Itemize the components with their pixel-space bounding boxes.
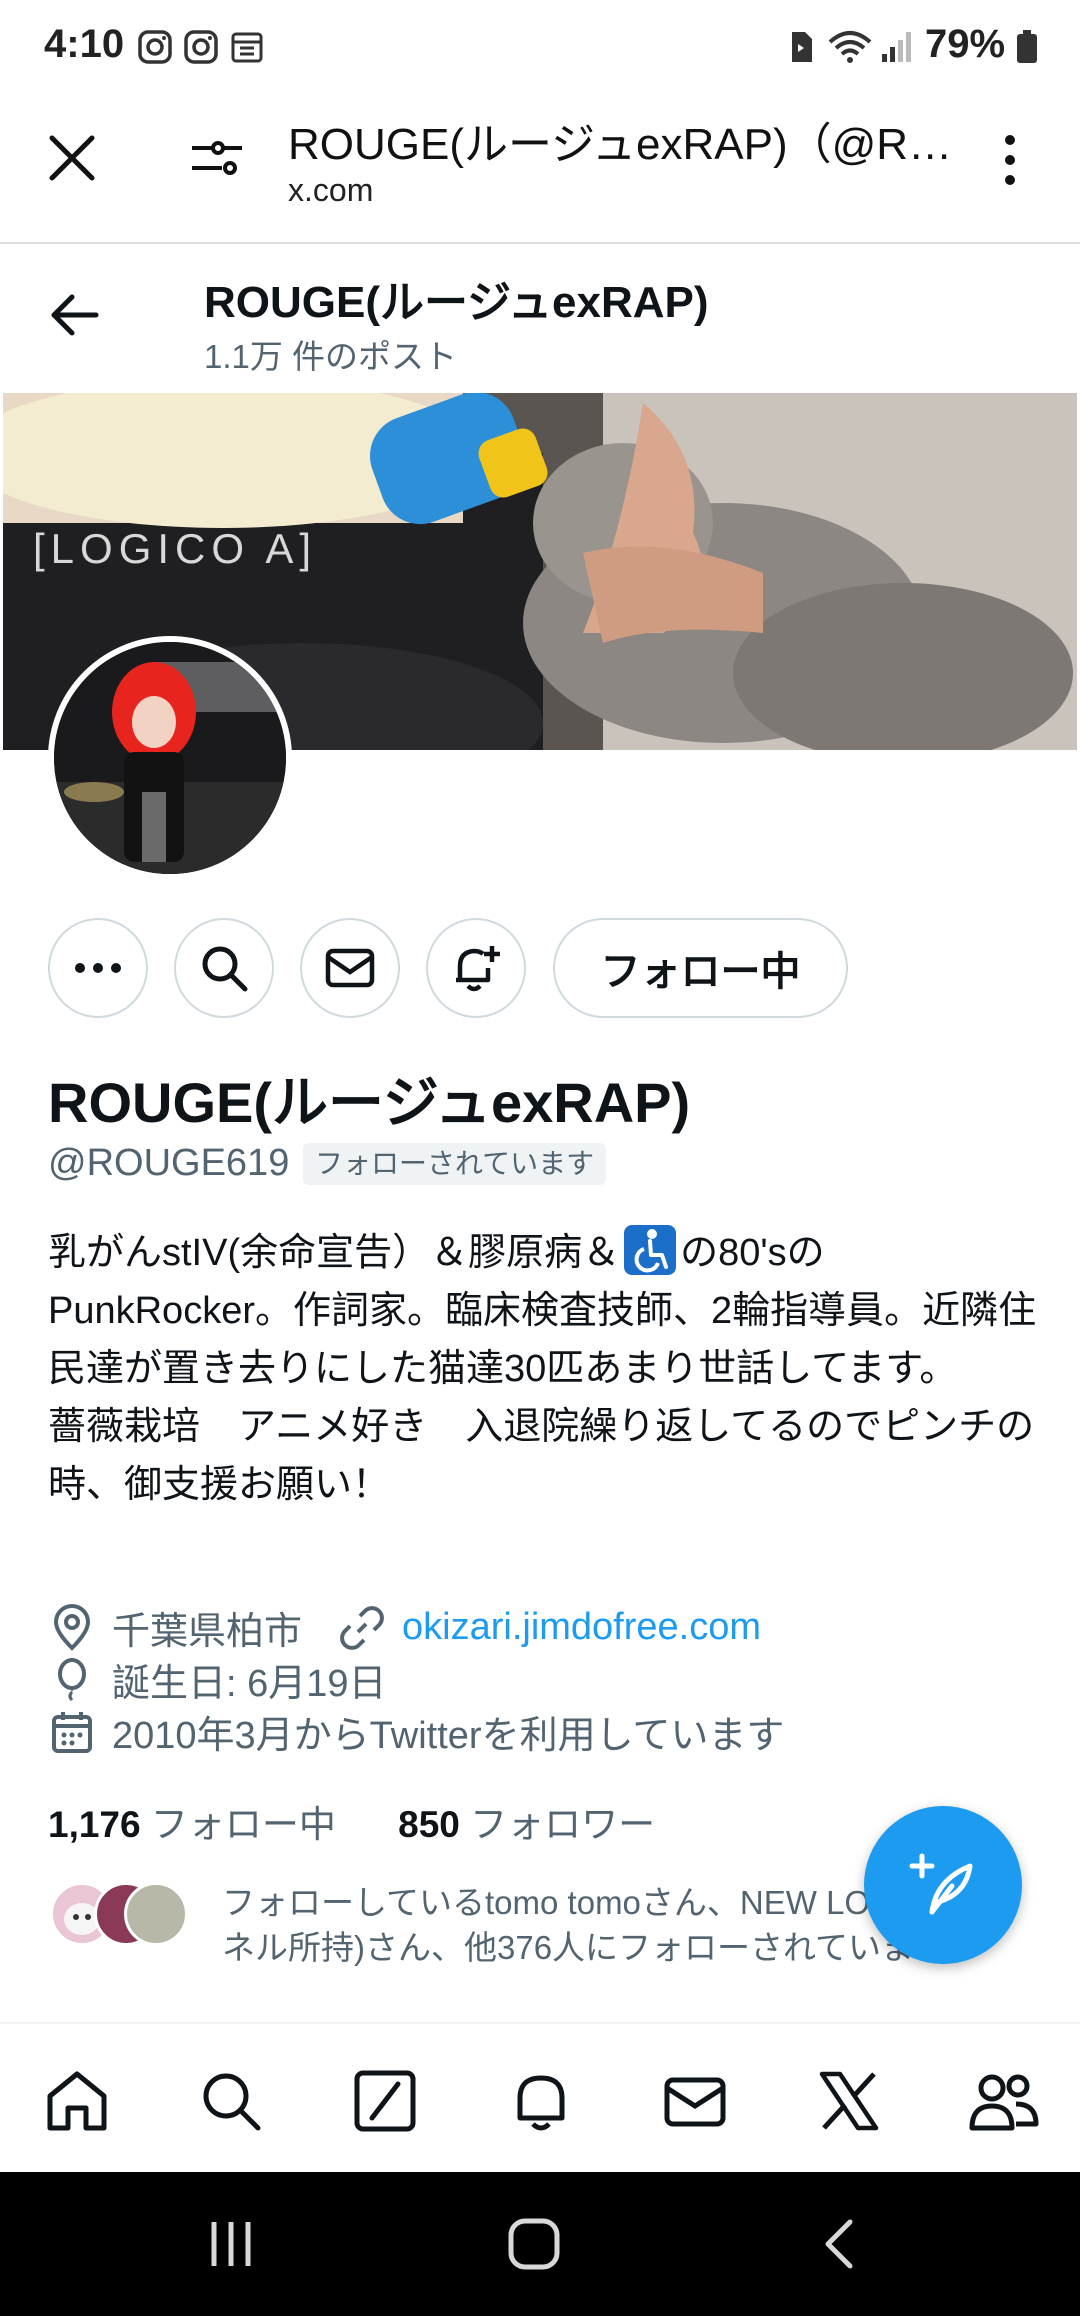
followers-link[interactable]: 850 フォロワー (398, 1804, 655, 1845)
recents-icon[interactable] (206, 2220, 256, 2268)
browser-toolbar: ROUGE(ルージュexRAP)（@ROUGE619）さん / X x.com (0, 92, 1080, 244)
status-time: 4:10 (44, 22, 125, 66)
following-link[interactable]: 1,176 フォロー中 (48, 1804, 336, 1845)
bottom-nav (0, 2022, 1080, 2172)
calendar-icon (231, 32, 263, 63)
balloon-icon (58, 1657, 86, 1701)
location-text: 千葉県柏市 (112, 1611, 303, 1653)
instagram-icon (184, 30, 218, 64)
following-label: フォロー中 (150, 1804, 336, 1845)
avatar[interactable] (48, 636, 292, 880)
home-icon[interactable] (44, 2068, 110, 2134)
feather-plus-icon (909, 1853, 973, 1915)
grok-icon[interactable] (352, 2068, 418, 2134)
search-icon (202, 946, 248, 992)
followers-count: 850 (398, 1804, 460, 1845)
search-profile-button[interactable] (174, 918, 274, 1018)
avatar-image (54, 642, 286, 874)
follower-avatar (124, 1882, 188, 1946)
back-nav-icon[interactable] (822, 2218, 854, 2270)
wifi-icon (828, 31, 872, 63)
location-icon (53, 1603, 91, 1651)
back-arrow-icon[interactable] (50, 292, 100, 338)
status-bar: 4:10 79% (0, 0, 1080, 92)
profile-meta-birthday: 誕生日: 6月19日 (48, 1652, 387, 1707)
bio-text: 乳がんstIV(余命宣告）＆膠原病＆ (48, 1232, 621, 1274)
message-button[interactable] (300, 918, 400, 1018)
page-title: ROUGE(ルージュexRAP)（@ROUGE619）さん / X (288, 120, 968, 169)
bell-plus-icon (456, 946, 500, 992)
post-count: 1.1万 件のポスト (204, 338, 458, 375)
profile-meta-joined: 2010年3月からTwitterを利用しています (48, 1704, 784, 1759)
calendar-icon (52, 1711, 92, 1753)
link-icon (340, 1605, 384, 1650)
battery-icon (1017, 30, 1037, 63)
follows-you-badge: フォローされています (303, 1143, 607, 1185)
header-profile-name: ROUGE(ルージュexRAP) (204, 278, 709, 327)
mail-icon (325, 948, 375, 988)
handle: @ROUGE619 (48, 1142, 290, 1184)
birthday-text: 誕生日: 6月19日 (112, 1663, 387, 1705)
display-name: ROUGE(ルージュexRAP) (48, 1071, 691, 1134)
compose-post-button[interactable] (864, 1806, 1022, 1964)
instagram-icon (138, 30, 172, 64)
communities-icon[interactable] (966, 2068, 1040, 2134)
following-count: 1,176 (48, 1804, 141, 1845)
more-horiz-icon (75, 963, 121, 973)
more-vert-icon[interactable] (998, 132, 1022, 188)
joined-text: 2010年3月からTwitterを利用しています (112, 1715, 785, 1757)
sim-icon (792, 32, 812, 62)
notify-button[interactable] (426, 918, 526, 1018)
wheelchair-emoji-icon (624, 1225, 677, 1275)
signal-icon (882, 32, 911, 62)
profile-meta-location: 千葉県柏市 okizari.jimdofree.com (48, 1600, 761, 1655)
close-icon[interactable] (46, 132, 98, 184)
following-button[interactable]: フォロー中 (553, 918, 848, 1018)
svg-text:[LOGICO A]: [LOGICO A] (33, 525, 317, 572)
bio: 乳がんstIV(余命宣告）＆膠原病＆ の80'sの PunkRocker。作詞家。… (48, 1224, 1038, 1514)
page-url[interactable]: x.com (288, 172, 373, 209)
x-logo-icon[interactable] (816, 2068, 882, 2134)
system-nav-bar (0, 2172, 1080, 2316)
explore-icon[interactable] (198, 2068, 264, 2134)
bell-icon[interactable] (508, 2068, 574, 2134)
follow-counts: 1,176 フォロー中 850 フォロワー (48, 1794, 655, 1848)
battery-level: 79% (925, 22, 1006, 66)
website-link[interactable]: okizari.jimdofree.com (402, 1606, 761, 1649)
more-button[interactable] (48, 918, 148, 1018)
home-nav-icon[interactable] (508, 2218, 560, 2270)
followers-label: フォロワー (470, 1804, 656, 1845)
mail-icon[interactable] (662, 2068, 728, 2134)
tune-icon[interactable] (190, 136, 244, 182)
